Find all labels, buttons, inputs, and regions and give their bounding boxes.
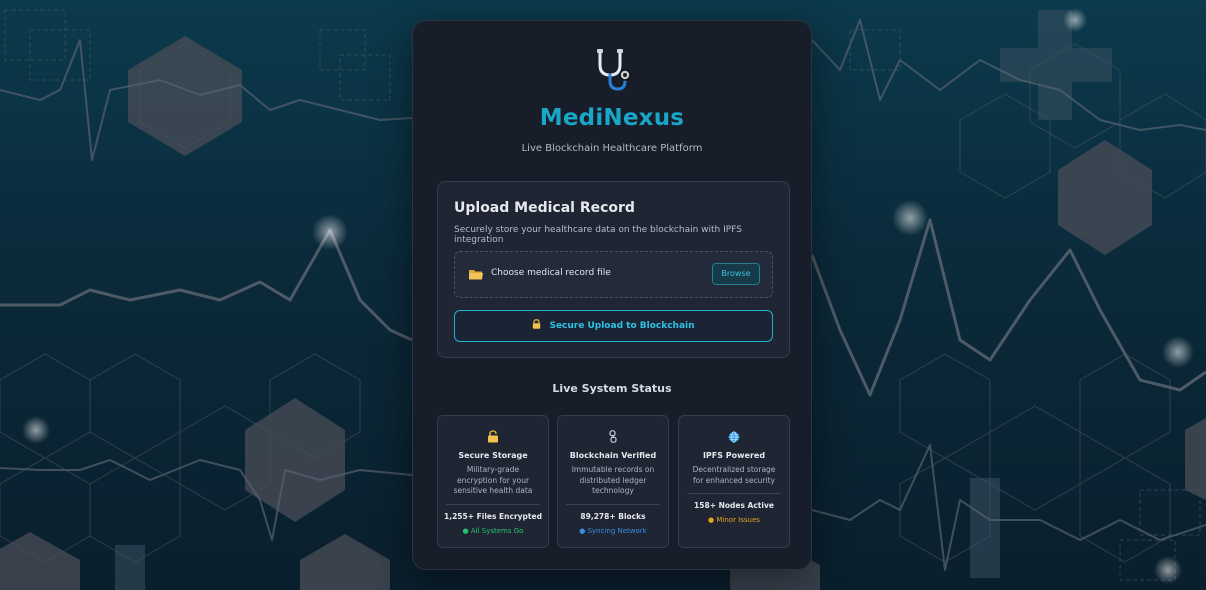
tile-metric: 89,278+ Blocks	[580, 512, 646, 521]
tile-description: Military-grade encryption for your sensi…	[453, 465, 533, 495]
upload-panel: Upload Medical Record Securely store you…	[437, 181, 790, 358]
file-dropzone[interactable]: Choose medical record file Browse	[454, 251, 773, 298]
upload-card: MediNexus Live Blockchain Healthcare Pla…	[412, 20, 812, 570]
tile-divider	[446, 504, 540, 505]
status-tile-secure-storage: Secure Storage Military-grade encryption…	[437, 415, 549, 548]
status-tile-blockchain-verified: Blockchain Verified Immutable records on…	[557, 415, 669, 548]
tile-status: ● Minor Issues	[708, 516, 760, 524]
tile-description: Decentralized storage for enhanced secur…	[692, 465, 776, 485]
lock-icon	[533, 319, 541, 329]
tile-title: Blockchain Verified	[569, 451, 657, 460]
brand-tagline: Live Blockchain Healthcare Platform	[521, 143, 703, 154]
secure-upload-button[interactable]: Secure Upload to Blockchain	[454, 310, 773, 342]
tile-metric: 1,255+ Files Encrypted	[444, 512, 542, 521]
tile-divider	[687, 493, 781, 494]
file-choose-label: Choose medical record file	[491, 268, 611, 278]
chain-icon	[609, 430, 617, 443]
secure-upload-label: Secure Upload to Blockchain	[549, 321, 695, 331]
folder-icon	[469, 270, 483, 280]
tile-title: Secure Storage	[458, 451, 528, 460]
tile-title: IPFS Powered	[702, 451, 766, 460]
tile-status: ● All Systems Go	[462, 527, 524, 535]
globe-icon	[728, 431, 740, 443]
status-tile-ipfs-powered: IPFS Powered Decentralized storage for e…	[678, 415, 790, 548]
upload-description: Securely store your healthcare data on t…	[454, 225, 742, 245]
stethoscope-icon	[597, 49, 631, 91]
tile-status: ● Syncing Network	[579, 527, 647, 535]
browse-button[interactable]: Browse	[712, 263, 760, 285]
tile-description: Immutable records on distributed ledger …	[571, 465, 655, 495]
tile-metric: 158+ Nodes Active	[694, 501, 774, 510]
status-section-title: Live System Status	[552, 382, 672, 395]
brand-name: MediNexus	[539, 105, 685, 131]
lock-icon	[488, 430, 498, 443]
tile-divider	[566, 504, 660, 505]
upload-title: Upload Medical Record	[454, 200, 635, 216]
